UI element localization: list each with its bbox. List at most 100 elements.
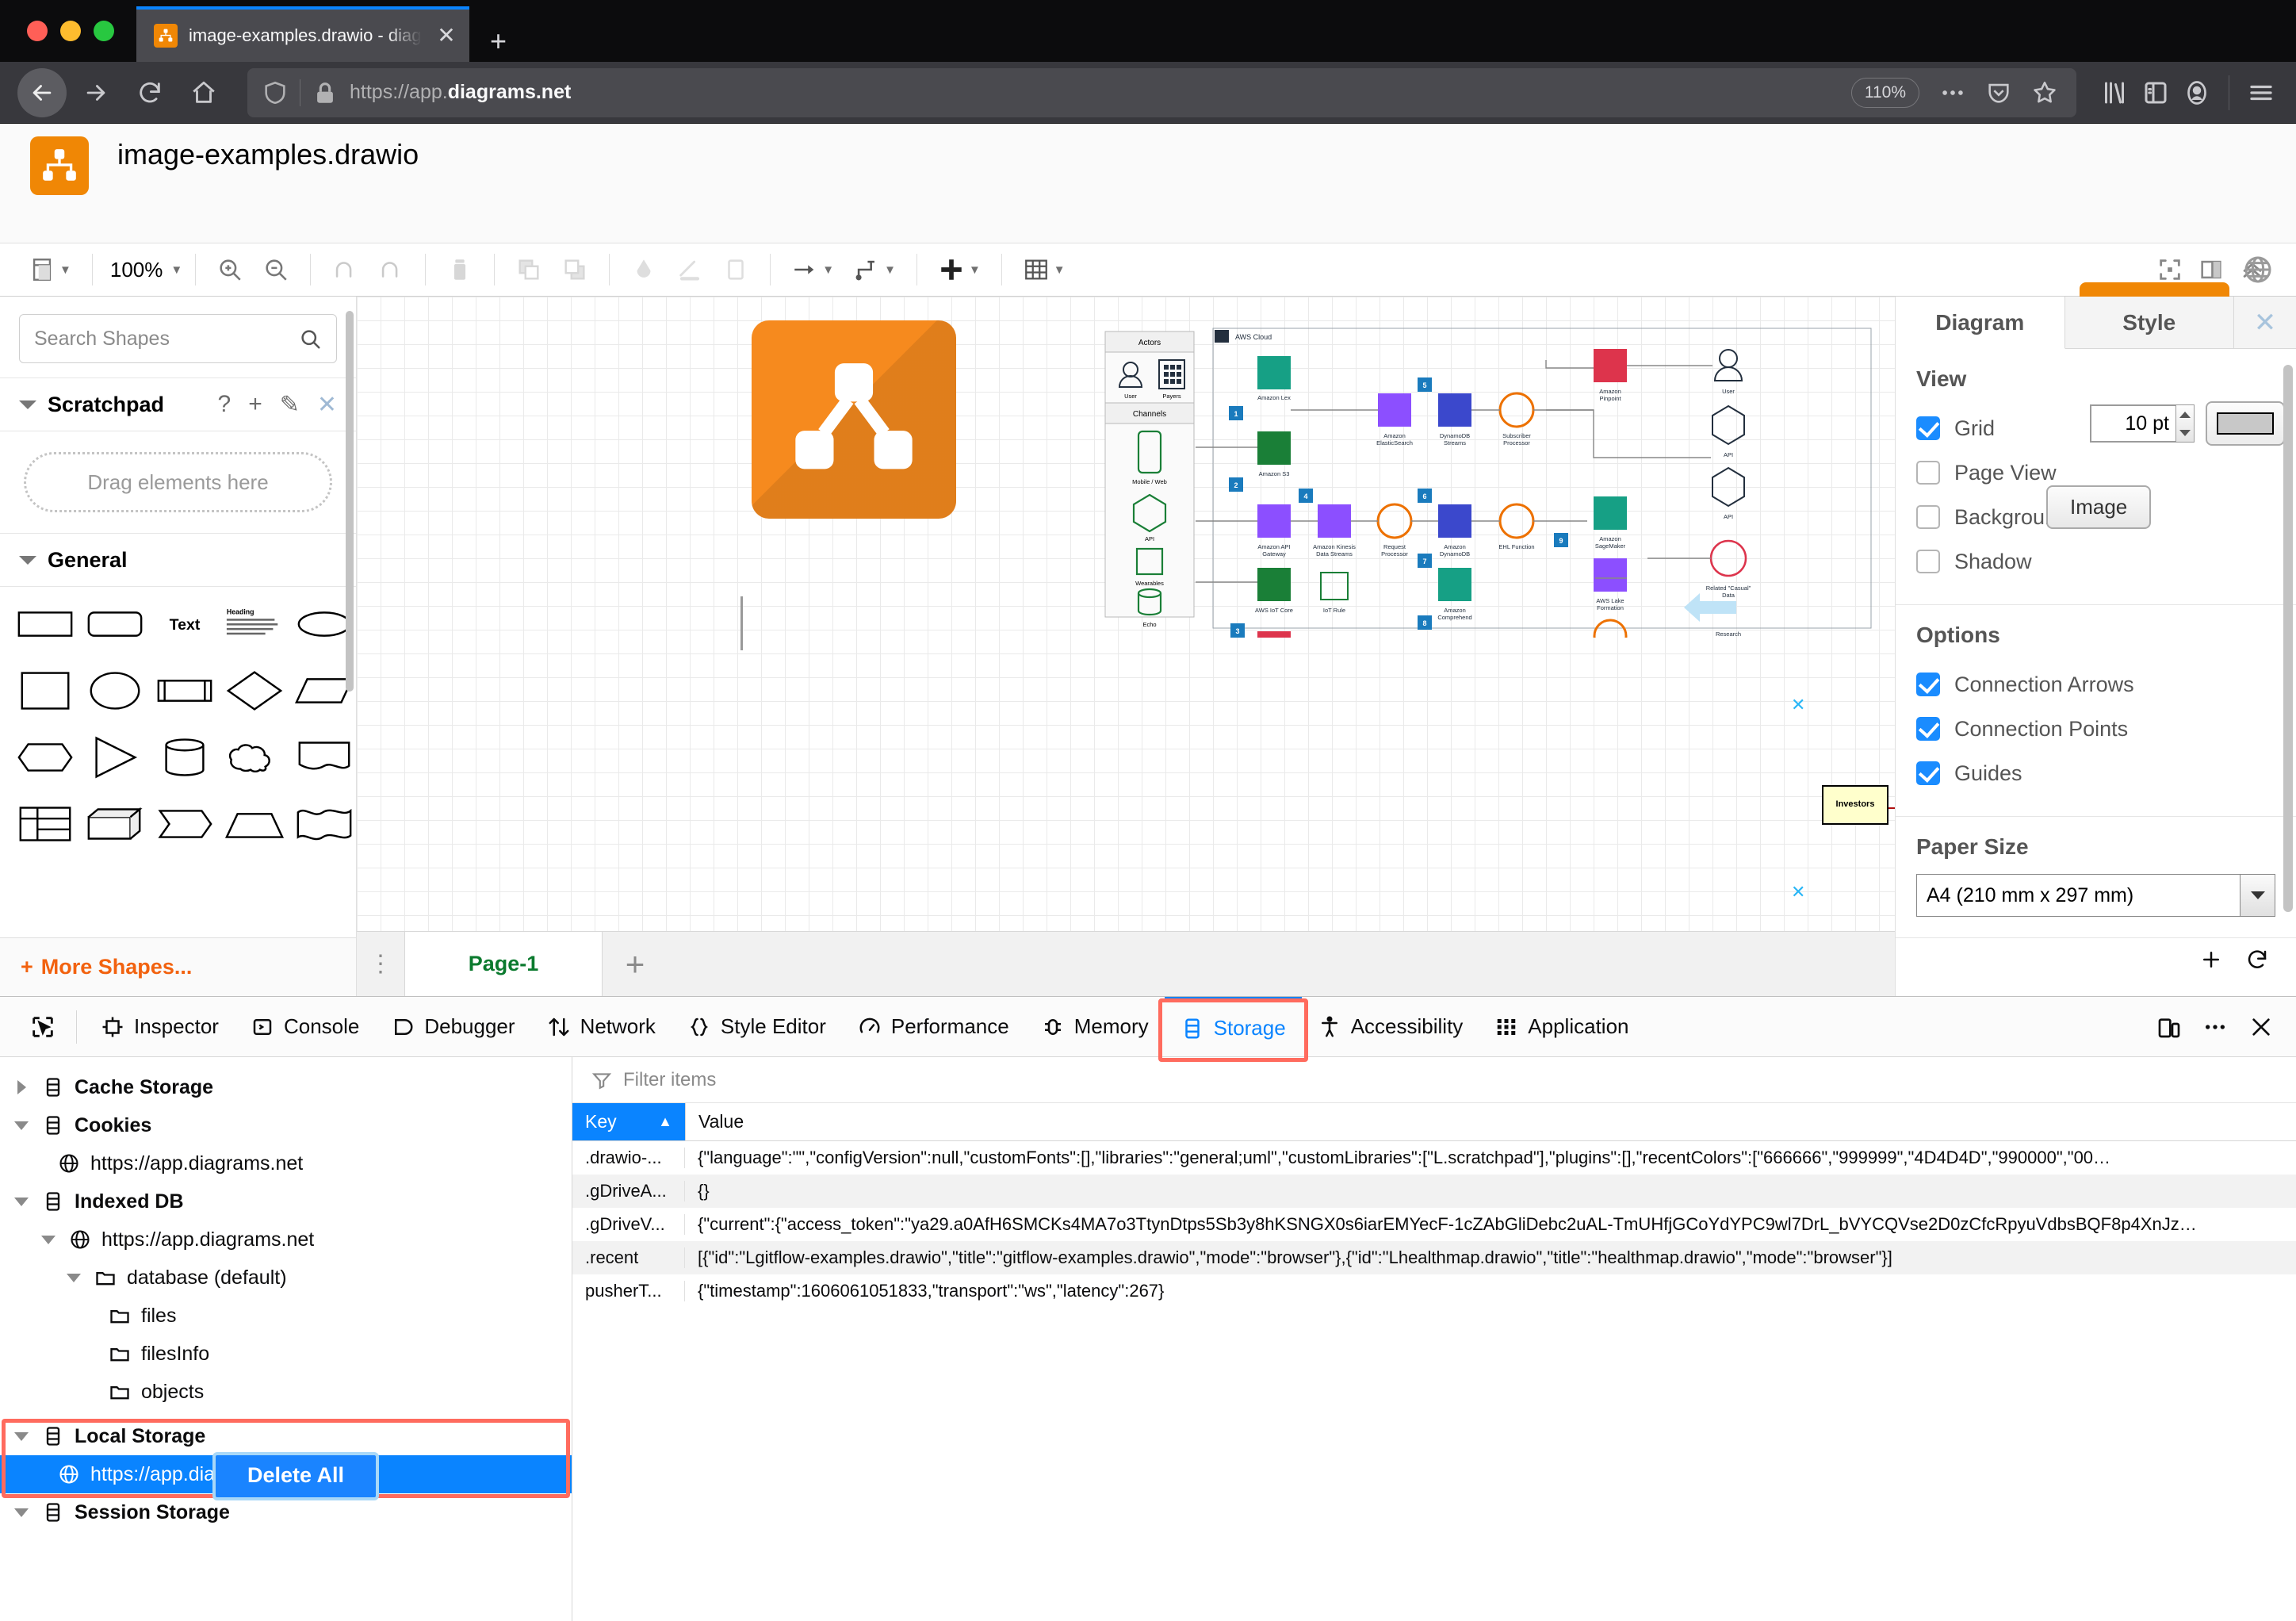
shape-heading-textblock[interactable]: Heading [224, 600, 285, 649]
insert-icon[interactable]: ▼ [930, 256, 989, 283]
bookmark-star-icon[interactable] [2027, 75, 2062, 110]
tab-console[interactable]: Console [235, 997, 375, 1057]
tree-item-cookies-origin[interactable]: https://app.diagrams.net [0, 1144, 572, 1182]
devtools-options-icon[interactable] [2202, 1014, 2228, 1040]
responsive-design-icon[interactable] [2156, 1014, 2182, 1040]
zoom-value[interactable]: 100% [105, 258, 168, 282]
table-row[interactable]: .gDriveV... {"current":{"access_token":"… [572, 1208, 2296, 1241]
ellipsis-icon[interactable] [1935, 75, 1970, 110]
grid-size-input[interactable]: 10 pt [2090, 404, 2177, 443]
chevron-down-icon[interactable] [11, 1198, 32, 1206]
option-connection-arrows[interactable]: Connection Arrows [1916, 662, 2275, 707]
lock-icon[interactable] [312, 79, 339, 106]
shape-rectangle[interactable] [14, 600, 76, 649]
new-tab-button[interactable]: + [469, 27, 527, 62]
chevron-down-icon[interactable] [11, 1432, 32, 1441]
view-panel-icon[interactable]: ▼ [21, 256, 79, 283]
forward-icon[interactable] [71, 68, 121, 117]
shape-rounded-rectangle[interactable] [84, 600, 146, 649]
add-page-button[interactable]: + [603, 932, 668, 996]
shape-wave-document[interactable] [293, 799, 355, 849]
shape-process[interactable] [154, 666, 216, 715]
tree-item-files[interactable]: files [0, 1297, 572, 1335]
back-icon[interactable] [17, 68, 67, 117]
close-icon[interactable]: ✕ [433, 25, 460, 47]
tab-style[interactable]: Style [2065, 297, 2235, 348]
shape-table[interactable] [14, 799, 76, 849]
tab-application[interactable]: Application [1479, 997, 1644, 1057]
filter-items-box[interactable]: Filter items [572, 1057, 2296, 1103]
column-header-value[interactable]: Value [685, 1103, 2296, 1140]
background-image-button[interactable]: Image [2046, 485, 2151, 529]
shape-document[interactable] [293, 733, 355, 782]
dfd-diagram[interactable]: ✕ ✕ ✕ ✕ ✕ ✕ ✕ ✕ ✕ ✕ [1776, 297, 1895, 996]
shape-cloud[interactable] [224, 733, 285, 782]
chevron-down-icon[interactable] [19, 556, 36, 565]
paper-size-select[interactable]: A4 (210 mm x 297 mm) [1916, 874, 2275, 917]
chevron-down-icon[interactable] [11, 1508, 32, 1517]
delete-icon[interactable] [438, 256, 481, 283]
zoom-chevron-down-icon[interactable]: ▼ [170, 263, 182, 277]
shape-hexagon[interactable] [14, 733, 76, 782]
table-row[interactable]: .recent [{"id":"Lgitflow-examples.drawio… [572, 1241, 2296, 1274]
table-icon[interactable]: ▼ [1015, 256, 1073, 283]
drawio-canvas[interactable]: Actors User Payers Channels Mobile / Web… [357, 297, 1895, 996]
format-panel-scrollbar[interactable] [2283, 365, 2293, 912]
line-color-icon[interactable] [668, 256, 711, 283]
zoom-in-icon[interactable] [209, 256, 251, 283]
tab-debugger[interactable]: Debugger [375, 997, 530, 1057]
redo-icon[interactable] [369, 256, 412, 283]
shape-triangle[interactable] [84, 733, 146, 782]
connection-points-checkbox[interactable] [1916, 717, 1940, 741]
chevron-down-icon[interactable] [38, 1236, 59, 1244]
undo-icon[interactable] [323, 256, 366, 283]
chevron-down-icon[interactable] [2240, 875, 2275, 916]
grid-color-swatch[interactable] [2206, 401, 2285, 446]
tab-network[interactable]: Network [531, 997, 672, 1057]
help-icon[interactable]: ? [218, 391, 232, 418]
to-front-icon[interactable] [507, 256, 550, 283]
shapes-panel-scrollbar[interactable] [346, 311, 354, 692]
url-bar[interactable]: https://app.diagrams.net 110% [247, 68, 2076, 117]
tab-inspector[interactable]: Inspector [85, 997, 235, 1057]
chevron-down-icon[interactable]: ▼ [969, 263, 981, 277]
chevron-down-icon[interactable]: ▼ [1054, 263, 1066, 277]
search-icon[interactable] [298, 327, 322, 351]
shape-circle[interactable] [84, 666, 146, 715]
browser-tab[interactable]: image-examples.drawio - diagr ✕ [136, 6, 469, 62]
close-window-button[interactable] [27, 21, 48, 41]
dfd-external-investors[interactable]: Investors [1822, 785, 1888, 825]
chevron-down-icon[interactable] [63, 1274, 84, 1282]
url-text[interactable]: https://app.diagrams.net [350, 81, 1840, 104]
tab-memory[interactable]: Memory [1025, 997, 1165, 1057]
table-row[interactable]: .drawio-... {"language":"","configVersio… [572, 1141, 2296, 1175]
grid-size-stepper[interactable] [2175, 404, 2195, 443]
tab-style-editor[interactable]: Style Editor [672, 997, 842, 1057]
shadow-checkbox[interactable] [1916, 550, 1940, 573]
home-icon[interactable] [179, 68, 228, 117]
tab-performance[interactable]: Performance [842, 997, 1025, 1057]
close-devtools-icon[interactable] [2248, 1014, 2274, 1040]
tree-item-objects[interactable]: objects [0, 1373, 572, 1411]
maximize-window-button[interactable] [94, 21, 114, 41]
waypoints-icon[interactable]: ▼ [783, 256, 842, 283]
tree-item-indexed-db[interactable]: Indexed DB [0, 1182, 572, 1221]
tree-item-cache-storage[interactable]: Cache Storage [0, 1068, 572, 1106]
close-icon[interactable]: ✕ [2234, 297, 2296, 348]
add-item-icon[interactable] [2199, 948, 2223, 971]
element-picker-icon[interactable] [17, 1003, 68, 1051]
tree-item-cookies[interactable]: Cookies [0, 1106, 572, 1144]
tree-item-filesinfo[interactable]: filesInfo [0, 1335, 572, 1373]
tab-diagram[interactable]: Diagram [1896, 297, 2065, 349]
minimize-window-button[interactable] [60, 21, 81, 41]
connection-arrows-checkbox[interactable] [1916, 673, 1940, 696]
pocket-icon[interactable] [1981, 75, 2016, 110]
option-guides[interactable]: Guides [1916, 751, 2275, 795]
edit-pencil-icon[interactable]: ✎ [280, 391, 300, 419]
option-connection-points[interactable]: Connection Points [1916, 707, 2275, 751]
scratchpad-header[interactable]: Scratchpad ? + ✎ ✕ [0, 377, 356, 431]
scratchpad-dropzone[interactable]: Drag elements here [24, 452, 332, 512]
search-input[interactable] [34, 328, 298, 351]
canvas-drawio-logo-shape[interactable] [752, 320, 956, 519]
refresh-icon[interactable] [2245, 948, 2269, 971]
